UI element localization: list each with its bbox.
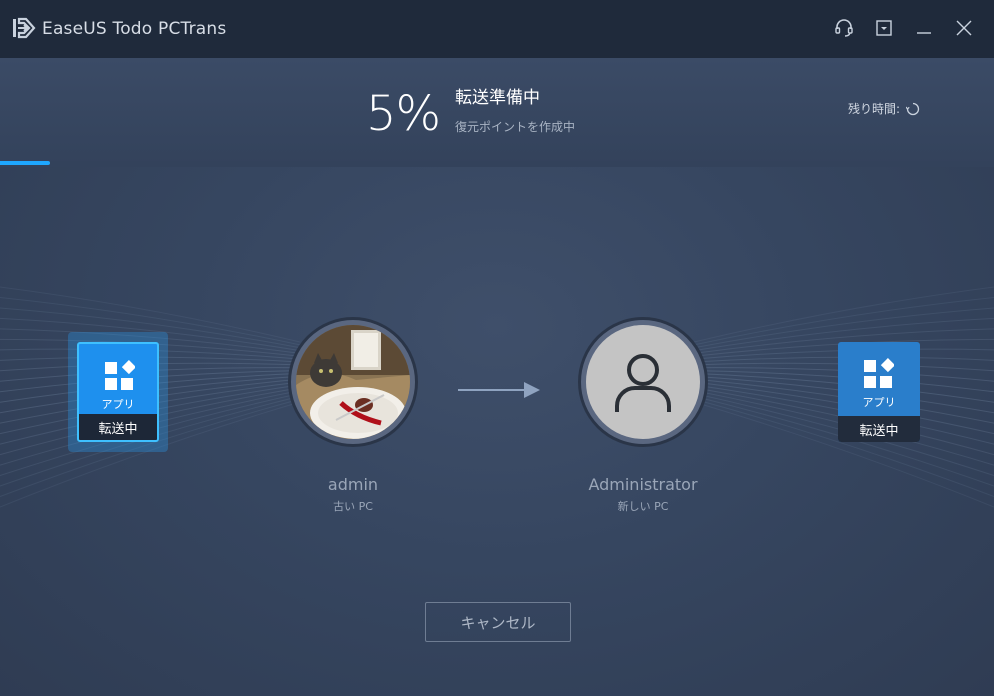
menu-button[interactable] — [872, 16, 896, 40]
cat-photo-avatar — [296, 325, 410, 439]
remaining-time-label: 残り時間: — [848, 102, 901, 116]
apps-grid-icon — [864, 358, 894, 388]
progress-bar-fill — [0, 161, 50, 165]
transfer-arrow-icon — [458, 382, 540, 398]
minimize-icon — [917, 32, 931, 34]
app-tile-source[interactable]: アプリ 転送中 — [77, 342, 159, 442]
avatar-photo — [296, 325, 410, 439]
apps-grid-icon — [105, 360, 135, 390]
target-pc-avatar — [578, 317, 708, 447]
progress-percent: 5% — [366, 86, 441, 142]
close-icon — [956, 20, 972, 36]
tile-status: 転送中 — [838, 416, 920, 442]
close-button[interactable] — [952, 16, 976, 40]
background-ray — [693, 286, 994, 343]
cancel-button[interactable]: キャンセル — [425, 602, 571, 642]
source-pc-name: admin — [327, 475, 379, 494]
tile-label: アプリ — [862, 396, 896, 409]
target-pc-name: Administrator — [588, 475, 698, 494]
menu-dropdown-icon — [876, 20, 892, 36]
headset-icon — [835, 19, 853, 37]
title-bar: EaseUS Todo PCTrans — [0, 0, 994, 58]
progress-header: 5% 転送準備中 復元ポイントを作成中 残り時間: — [0, 58, 994, 167]
app-title: EaseUS Todo PCTrans — [42, 19, 227, 39]
status-subtitle: 復元ポイントを作成中 — [455, 120, 576, 134]
source-pc-avatar — [288, 317, 418, 447]
user-silhouette-icon — [615, 354, 671, 412]
transfer-logo-icon — [13, 17, 36, 39]
tile-status: 転送中 — [79, 414, 157, 440]
source-pc-role: 古い PC — [333, 500, 373, 513]
app-tile-target[interactable]: アプリ 転送中 — [838, 342, 920, 442]
target-pc-role: 新しい PC — [617, 500, 669, 513]
remaining-time: 残り時間: — [848, 100, 920, 117]
support-button[interactable] — [832, 16, 856, 40]
minimize-button[interactable] — [912, 16, 936, 40]
tile-label: アプリ — [101, 398, 135, 411]
status-title: 転送準備中 — [455, 88, 540, 108]
spinner-icon — [906, 102, 920, 115]
